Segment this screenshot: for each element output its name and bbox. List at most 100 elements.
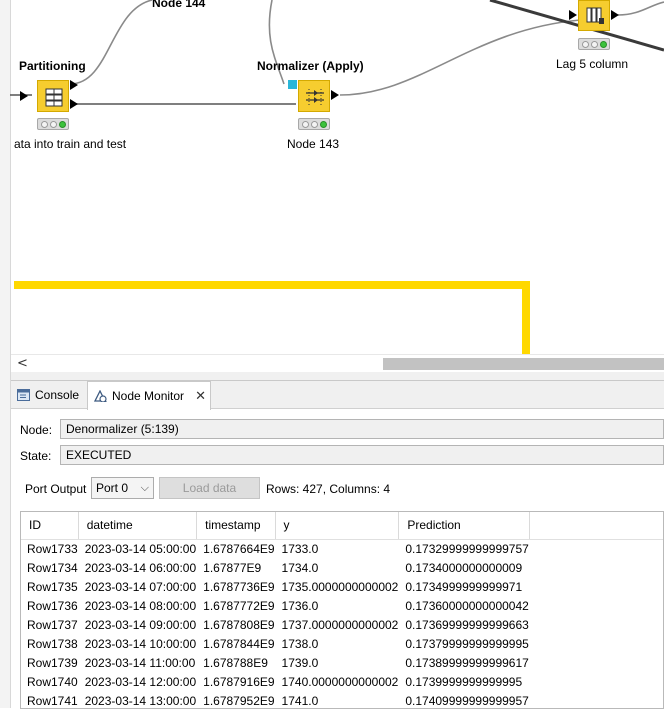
port-select[interactable]: Port 0 ⌵ bbox=[91, 477, 154, 499]
table-cell: 1.67877E9 bbox=[196, 558, 276, 577]
left-splitter-lower[interactable] bbox=[0, 372, 11, 708]
column-header-y[interactable]: y bbox=[275, 512, 400, 540]
column-header-prediction[interactable]: Prediction bbox=[398, 512, 530, 540]
table-row[interactable]: Row1734 2023-03-14 06:00:00 1.67877E9 1734.… bbox=[21, 558, 663, 577]
table-cell: 2023-03-14 10:00:00 bbox=[78, 634, 198, 653]
table-row[interactable]: Row1735 2023-03-14 07:00:00 1.6787736E9 173… bbox=[21, 577, 663, 596]
light-yellow bbox=[50, 121, 57, 128]
lag-out-port[interactable] bbox=[611, 10, 619, 20]
panel-tabs: Console Node Monitor ✕ bbox=[11, 381, 664, 410]
light-red bbox=[582, 41, 589, 48]
tab-console[interactable]: Console bbox=[11, 381, 87, 409]
lag-status-lights bbox=[578, 38, 610, 50]
light-green bbox=[600, 41, 607, 48]
table-cell-filler bbox=[529, 539, 663, 558]
table-cell: Row1738 bbox=[21, 634, 79, 653]
table-cell: 2023-03-14 05:00:00 bbox=[78, 539, 198, 558]
partitioning-title: Partitioning bbox=[19, 59, 86, 73]
column-header-filler bbox=[529, 512, 663, 540]
table-cell-filler bbox=[529, 691, 663, 708]
table-row[interactable]: Row1736 2023-03-14 08:00:00 1.6787772E9 173… bbox=[21, 596, 663, 615]
port-select-value: Port 0 bbox=[96, 481, 129, 495]
table-header-row: ID datetime timestamp y Prediction bbox=[21, 512, 663, 540]
table-cell: 1737.0000000000002 bbox=[275, 615, 400, 634]
table-cell: 1.6787916E9 bbox=[196, 672, 276, 691]
console-icon bbox=[17, 389, 30, 401]
normalizer-model-in-port[interactable] bbox=[288, 80, 297, 89]
workflow-canvas[interactable]: Node 144 Partitioning ata into train and… bbox=[0, 0, 664, 372]
table-cell: Row1740 bbox=[21, 672, 79, 691]
node-144-caption: Node 144 bbox=[152, 0, 206, 10]
table-cell: 2023-03-14 09:00:00 bbox=[78, 615, 198, 634]
bottom-panel: Console Node Monitor ✕ Node: Denormalize… bbox=[11, 380, 664, 709]
table-cell: 1734.0 bbox=[275, 558, 400, 577]
table-cell: 0.17389999999999617 bbox=[398, 653, 530, 672]
table-cell-filler bbox=[529, 558, 663, 577]
close-icon[interactable]: ✕ bbox=[195, 382, 206, 410]
scroll-left-arrow-icon[interactable]: < bbox=[17, 356, 28, 371]
table-cell: 1739.0 bbox=[275, 653, 400, 672]
table-cell: Row1741 bbox=[21, 691, 79, 708]
normalizer-out-port[interactable] bbox=[331, 90, 339, 100]
table-cell: 0.17409999999999957 bbox=[398, 691, 530, 708]
table-row[interactable]: Row1741 2023-03-14 13:00:00 1.6787952E9 174… bbox=[21, 691, 663, 708]
light-red bbox=[41, 121, 48, 128]
table-cell: 0.17369999999999663 bbox=[398, 615, 530, 634]
connection-dark bbox=[489, 0, 664, 52]
column-header-id[interactable]: ID bbox=[21, 512, 79, 540]
rows-columns-info: Rows: 427, Columns: 4 bbox=[266, 482, 391, 496]
table-row[interactable]: Row1738 2023-03-14 10:00:00 1.6787844E9 173… bbox=[21, 634, 663, 653]
scrollbar-thumb[interactable] bbox=[383, 358, 664, 370]
table-cell: 0.1739999999999995 bbox=[398, 672, 530, 691]
table-body: Row1733 2023-03-14 05:00:00 1.6787664E9 173… bbox=[21, 539, 663, 708]
table-cell: 0.17360000000000042 bbox=[398, 596, 530, 615]
lag-in-port[interactable] bbox=[569, 10, 577, 20]
chevron-down-icon: ⌵ bbox=[140, 482, 149, 494]
tab-node-monitor-label: Node Monitor bbox=[112, 389, 185, 403]
table-cell: 1740.0000000000002 bbox=[275, 672, 400, 691]
table-cell: 1.6787772E9 bbox=[196, 596, 276, 615]
table-cell: Row1735 bbox=[21, 577, 79, 596]
column-header-timestamp[interactable]: timestamp bbox=[196, 512, 276, 540]
tab-console-label: Console bbox=[35, 388, 80, 402]
workflow-connections bbox=[10, 0, 664, 372]
partitioning-out-port-2[interactable] bbox=[70, 99, 78, 109]
light-yellow bbox=[591, 41, 598, 48]
table-cell: 1736.0 bbox=[275, 596, 400, 615]
light-green bbox=[320, 121, 327, 128]
connection-lag-out bbox=[617, 1, 664, 16]
partitioning-in-port[interactable] bbox=[20, 91, 28, 101]
partitioning-node[interactable] bbox=[37, 80, 69, 112]
table-cell: Row1733 bbox=[21, 539, 79, 558]
table-cell: 1.678788E9 bbox=[196, 653, 276, 672]
partitioning-out-port-1[interactable] bbox=[70, 80, 78, 90]
data-table[interactable]: ID datetime timestamp y Prediction Row17… bbox=[20, 511, 664, 709]
table-cell: 1.6787844E9 bbox=[196, 634, 276, 653]
tab-node-monitor[interactable]: Node Monitor ✕ bbox=[87, 381, 211, 410]
table-cell: 2023-03-14 08:00:00 bbox=[78, 596, 198, 615]
table-cell-filler bbox=[529, 615, 663, 634]
table-cell: 1733.0 bbox=[275, 539, 400, 558]
table-cell: 1735.0000000000002 bbox=[275, 577, 400, 596]
load-data-button[interactable]: Load data bbox=[159, 477, 260, 499]
lag-node[interactable] bbox=[578, 0, 610, 31]
port-output-label: Port Output bbox=[25, 482, 87, 496]
table-cell: 2023-03-14 11:00:00 bbox=[78, 653, 198, 672]
table-row[interactable]: Row1733 2023-03-14 05:00:00 1.6787664E9 173… bbox=[21, 539, 663, 558]
table-cell: 2023-03-14 13:00:00 bbox=[78, 691, 198, 708]
normalizer-node[interactable] bbox=[298, 80, 330, 112]
table-cell: 2023-03-14 12:00:00 bbox=[78, 672, 198, 691]
table-row[interactable]: Row1740 2023-03-14 12:00:00 1.6787916E9 174… bbox=[21, 672, 663, 691]
table-cell: 1.6787952E9 bbox=[196, 691, 276, 708]
table-row[interactable]: Row1739 2023-03-14 11:00:00 1.678788E9 1739… bbox=[21, 653, 663, 672]
table-row[interactable]: Row1737 2023-03-14 09:00:00 1.6787808E9 173… bbox=[21, 615, 663, 634]
column-header-datetime[interactable]: datetime bbox=[78, 512, 198, 540]
panel-separator[interactable] bbox=[0, 372, 664, 380]
table-cell: 1738.0 bbox=[275, 634, 400, 653]
table-cell: 2023-03-14 06:00:00 bbox=[78, 558, 198, 577]
partitioning-status-lights bbox=[37, 118, 69, 130]
horizontal-scrollbar[interactable]: < bbox=[11, 354, 664, 372]
node-monitor-icon bbox=[94, 390, 107, 402]
partitioning-icon bbox=[45, 88, 63, 107]
light-green bbox=[59, 121, 66, 128]
